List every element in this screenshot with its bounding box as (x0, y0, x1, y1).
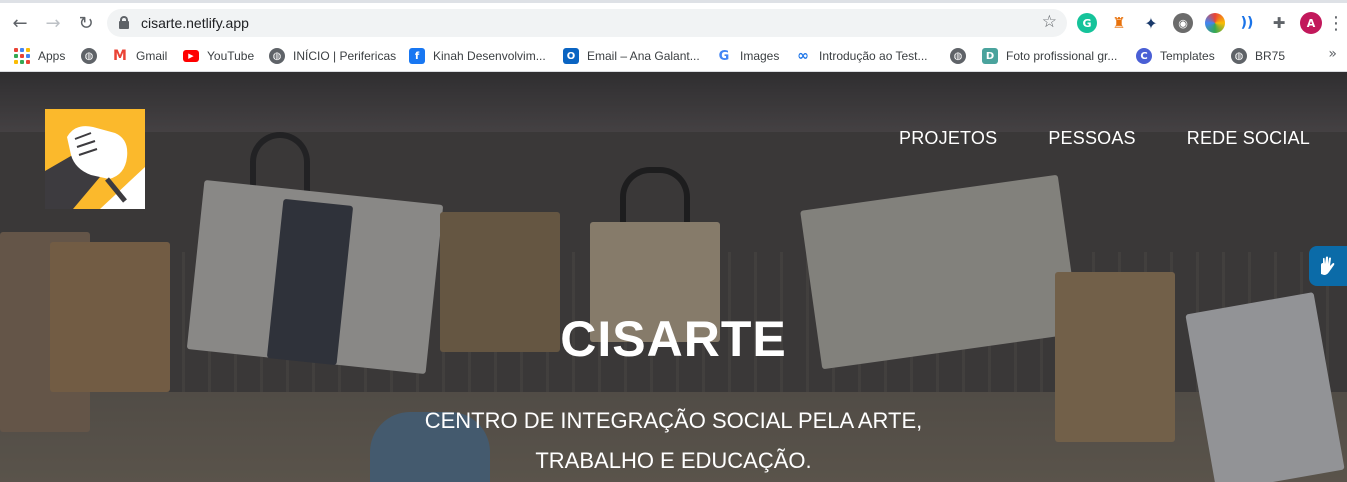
profile-avatar[interactable]: A (1300, 12, 1322, 34)
bookmark-introducao[interactable]: ∞ Introdução ao Test... (795, 46, 927, 66)
infinity-icon: ∞ (797, 48, 809, 64)
bookmark-globe-1[interactable]: ◍ (81, 46, 105, 66)
facebook-icon: f (409, 48, 425, 64)
bookmark-star-icon[interactable]: ☆ (1042, 12, 1057, 32)
puzzle-extension-icon[interactable]: ✚ (1269, 13, 1289, 33)
reload-icon[interactable]: ↻ (74, 11, 98, 35)
lock-icon (119, 16, 129, 29)
gmail-icon: M (113, 48, 127, 64)
bookmarks-bar: Apps ◍ M Gmail ▶ YouTube ◍ INÍCIO | Peri… (0, 40, 1347, 72)
nav-projetos[interactable]: PROJETOS (899, 128, 997, 149)
globe-icon: ◍ (81, 48, 97, 64)
bookmark-gmail[interactable]: M Gmail (112, 46, 167, 66)
website-hero: PROJETOS PESSOAS REDE SOCIAL CISARTE CEN… (0, 72, 1347, 482)
handshake-logo-icon (45, 109, 145, 209)
sign-language-icon (1321, 256, 1335, 275)
grammarly-icon[interactable]: G (1077, 13, 1097, 33)
bookmark-apps[interactable]: Apps (14, 46, 65, 66)
cisarte-logo[interactable] (45, 109, 145, 209)
forward-arrow-icon[interactable]: → (41, 11, 65, 35)
address-bar[interactable]: cisarte.netlify.app ☆ (107, 9, 1067, 37)
globe-icon: ◍ (950, 48, 966, 64)
url-text[interactable]: cisarte.netlify.app (141, 15, 249, 31)
nav-rede-social[interactable]: REDE SOCIAL (1187, 128, 1310, 149)
back-arrow-icon[interactable]: ← (8, 11, 32, 35)
globe-icon: ◍ (1231, 48, 1247, 64)
hero-title: CISARTE (560, 311, 787, 367)
accessibility-button[interactable] (1309, 246, 1347, 286)
bookmark-globe-2[interactable]: ◍ (950, 46, 974, 66)
globe-icon: ◍ (269, 48, 285, 64)
bookmark-perifericas[interactable]: ◍ INÍCIO | Perifericas (269, 46, 396, 66)
hero-subtitle-line2: TRABALHO E EDUCAÇÃO. (535, 448, 812, 473)
bookmark-email[interactable]: O Email – Ana Galant... (563, 46, 700, 66)
nav-pessoas[interactable]: PESSOAS (1048, 128, 1135, 149)
outlook-icon: O (563, 48, 579, 64)
doc-icon: D (982, 48, 998, 64)
bookmark-templates[interactable]: C Templates (1136, 46, 1215, 66)
browser-toolbar: ← → ↻ cisarte.netlify.app ☆ G ♜ ✦ ◉ )) ✚… (0, 0, 1347, 40)
eye-extension-icon[interactable]: ◉ (1173, 13, 1193, 33)
bird-extension-icon[interactable]: ✦ (1141, 13, 1161, 33)
templates-icon: C (1136, 48, 1152, 64)
apps-grid-icon (14, 48, 30, 64)
youtube-icon: ▶ (183, 50, 199, 62)
bookmark-youtube[interactable]: ▶ YouTube (183, 46, 254, 66)
menu-dots-icon[interactable]: ⋮ (1327, 11, 1345, 35)
bookmark-images[interactable]: G Images (716, 46, 780, 66)
rocket-extension-icon[interactable]: ♜ (1109, 13, 1129, 33)
main-nav: PROJETOS PESSOAS REDE SOCIAL (899, 128, 1310, 149)
sound-waves-extension-icon[interactable]: )) (1237, 13, 1257, 33)
bookmark-br75[interactable]: ◍ BR75 (1231, 46, 1285, 66)
hero-subtitle-line1: CENTRO DE INTEGRAÇÃO SOCIAL PELA ARTE, (424, 408, 923, 433)
more-bookmarks-icon[interactable]: » (1328, 46, 1337, 62)
color-wheel-extension-icon[interactable] (1205, 13, 1225, 33)
bookmark-kinah[interactable]: f Kinah Desenvolvim... (409, 46, 546, 66)
google-icon: G (718, 48, 730, 64)
bookmark-foto[interactable]: D Foto profissional gr... (982, 46, 1117, 66)
